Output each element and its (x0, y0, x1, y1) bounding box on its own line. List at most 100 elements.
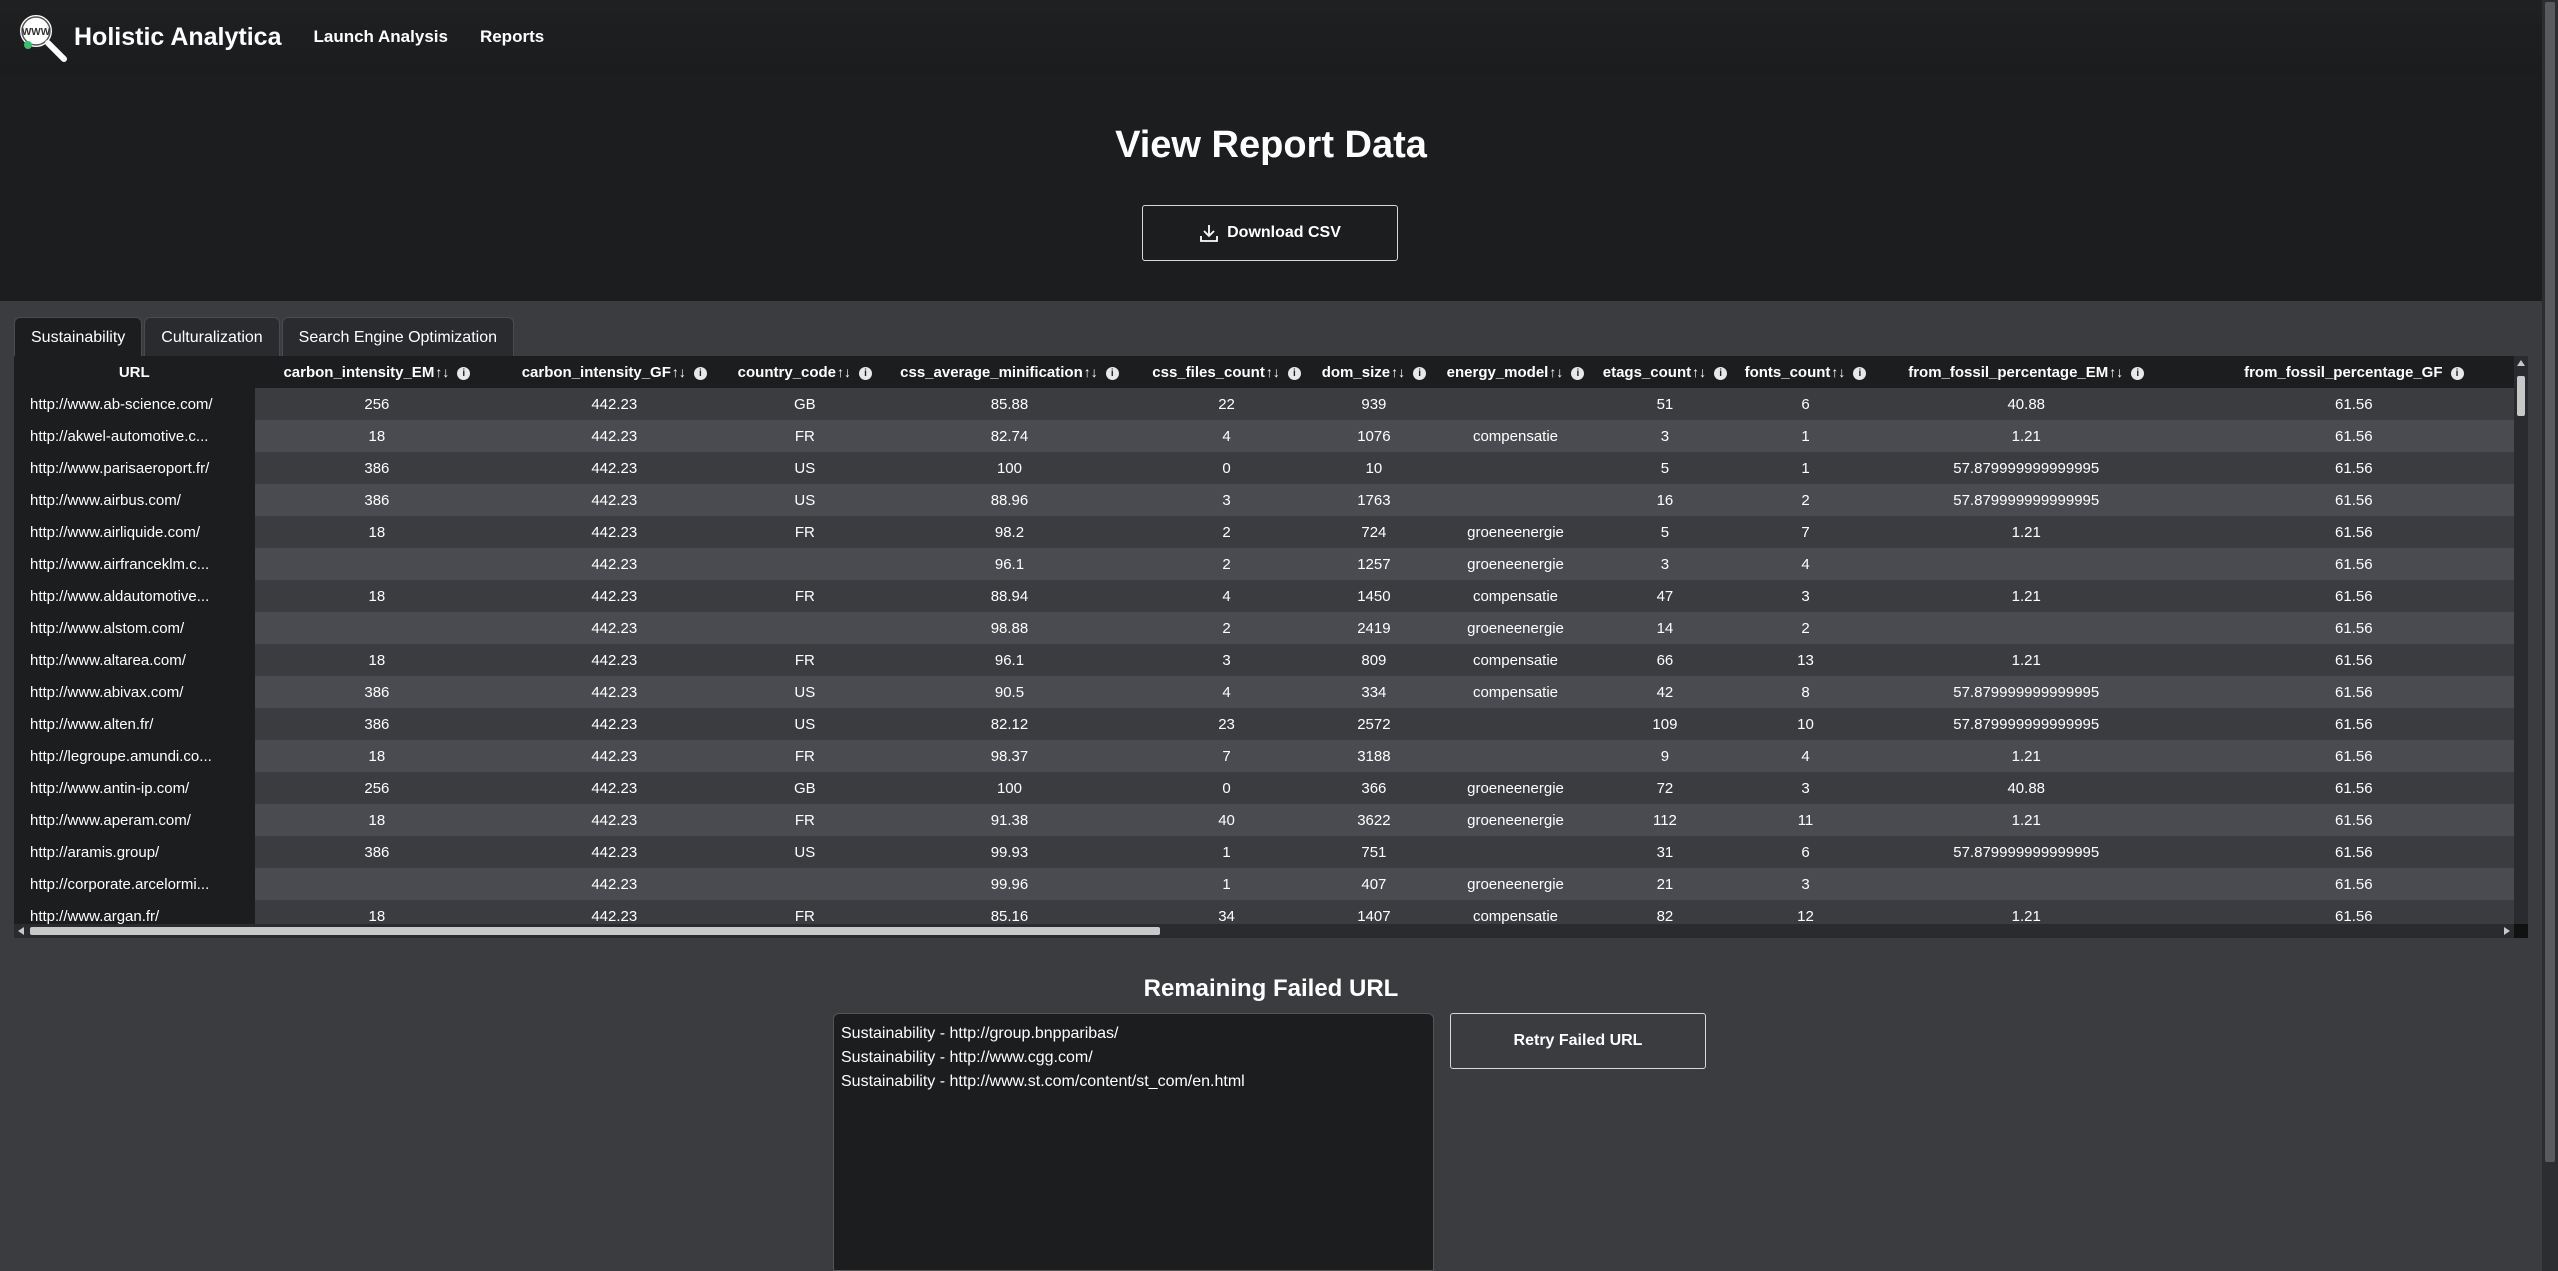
column-header-energy-model[interactable]: energy_model↑↓ i (1433, 356, 1598, 388)
table-cell: 3188 (1314, 740, 1434, 772)
table-cell: 61.56 (2173, 868, 2528, 900)
column-header-label: css_average_minification (900, 363, 1083, 381)
table-cell: 90.5 (880, 676, 1139, 708)
table-cell: FR (729, 516, 881, 548)
table-cell: 88.96 (880, 484, 1139, 516)
sort-arrows-icon[interactable]: ↑↓ (1549, 364, 1563, 380)
table-cell: 3 (1138, 644, 1315, 676)
table-cell: US (729, 452, 881, 484)
table-cell: 5 (1597, 452, 1733, 484)
column-header-css-average-minification[interactable]: css_average_minification↑↓ i (880, 356, 1139, 388)
page-scroll-thumb[interactable] (2545, 2, 2555, 1162)
sort-arrows-icon[interactable]: ↑↓ (2109, 364, 2123, 380)
table-cell: groeneenergie (1433, 548, 1598, 580)
info-icon[interactable]: i (1714, 366, 1728, 380)
column-header-country-code[interactable]: country_code↑↓ i (729, 356, 881, 388)
table-cell: 366 (1314, 772, 1434, 804)
sort-arrows-icon[interactable]: ↑↓ (672, 364, 686, 380)
table-cell: 14 (1597, 612, 1733, 644)
retry-failed-url-button[interactable]: Retry Failed URL (1450, 1013, 1706, 1069)
column-header-carbon-intensity-gf[interactable]: carbon_intensity_GF↑↓ i (499, 356, 730, 388)
column-header-from-fossil-percentage-em[interactable]: from_fossil_percentage_EM↑↓ i (1878, 356, 2174, 388)
table-cell: 751 (1314, 836, 1434, 868)
table-cell: 442.23 (499, 644, 730, 676)
table-cell: 3622 (1314, 804, 1434, 836)
table-cell: 57.879999999999995 (1878, 708, 2174, 740)
info-icon[interactable]: i (457, 366, 471, 380)
table-cell: 61.56 (2173, 740, 2528, 772)
url-cell: http://legroupe.amundi.co... (14, 740, 255, 772)
sort-arrows-icon[interactable]: ↑↓ (1084, 364, 1098, 380)
sort-arrows-icon[interactable]: ↑↓ (1831, 364, 1845, 380)
column-header-css-files-count[interactable]: css_files_count↑↓ i (1138, 356, 1315, 388)
vertical-scroll-thumb[interactable] (2517, 376, 2525, 416)
report-table: URL carbon_intensity_EM↑↓ i carbon_intensit… (14, 356, 2528, 932)
table-cell: 22 (1138, 388, 1315, 420)
table-cell: 442.23 (499, 612, 730, 644)
table-cell: 386 (254, 484, 500, 516)
column-header-url[interactable]: URL (14, 356, 255, 388)
info-icon[interactable]: i (693, 366, 707, 380)
info-icon[interactable]: i (2131, 366, 2145, 380)
nav-reports[interactable]: Reports (480, 27, 544, 47)
info-icon[interactable]: i (2450, 366, 2464, 380)
sort-arrows-icon[interactable]: ↑↓ (1266, 364, 1280, 380)
failed-url-textarea[interactable]: Sustainability - http://group.bnpparibas… (833, 1013, 1434, 1271)
table-cell: compensatie (1433, 580, 1598, 612)
tab-culturalization[interactable]: Culturalization (144, 317, 280, 356)
sort-arrows-icon[interactable]: ↑↓ (837, 364, 851, 380)
table-cell: 61.56 (2173, 580, 2528, 612)
info-icon[interactable]: i (1853, 366, 1867, 380)
info-icon[interactable]: i (1287, 366, 1301, 380)
table-cell: 442.23 (499, 484, 730, 516)
table-cell: 98.88 (880, 612, 1139, 644)
sort-arrows-icon[interactable]: ↑↓ (1391, 364, 1405, 380)
column-header-dom-size[interactable]: dom_size↑↓ i (1314, 356, 1434, 388)
column-header-etags-count[interactable]: etags_count↑↓ i (1597, 356, 1733, 388)
column-header-from-fossil-percentage-gf[interactable]: from_fossil_percentage_GF i (2173, 356, 2528, 388)
url-cell: http://www.parisaeroport.fr/ (14, 452, 255, 484)
horizontal-scroll-thumb[interactable] (30, 927, 1160, 935)
table-cell: 9 (1597, 740, 1733, 772)
table-cell (254, 868, 500, 900)
table-cell: 3 (1732, 868, 1879, 900)
tab-search-engine-optimization[interactable]: Search Engine Optimization (281, 317, 514, 356)
table-cell: 85.88 (880, 388, 1139, 420)
table-cell (254, 548, 500, 580)
info-icon[interactable]: i (1413, 366, 1427, 380)
table-cell: groeneenergie (1433, 772, 1598, 804)
info-icon[interactable]: i (1571, 366, 1585, 380)
table-cell: 442.23 (499, 580, 730, 612)
nav-launch-analysis[interactable]: Launch Analysis (313, 27, 447, 47)
column-header-label: css_files_count (1152, 363, 1265, 381)
tab-sustainability[interactable]: Sustainability (14, 317, 143, 356)
sort-arrows-icon[interactable]: ↑↓ (435, 364, 449, 380)
scroll-left-icon[interactable] (18, 927, 24, 935)
column-header-carbon-intensity-em[interactable]: carbon_intensity_EM↑↓ i (254, 356, 500, 388)
url-cell: http://www.antin-ip.com/ (14, 772, 255, 804)
scroll-right-icon[interactable] (2504, 927, 2510, 935)
sort-arrows-icon[interactable]: ↑↓ (1692, 364, 1706, 380)
scroll-up-icon[interactable] (2517, 360, 2525, 366)
download-csv-button[interactable]: Download CSV (1142, 205, 1398, 261)
table-cell: 4 (1732, 548, 1879, 580)
brand-home-link[interactable]: WWW Holistic Analytica (14, 9, 281, 65)
table-cell: compensatie (1433, 644, 1598, 676)
table-cell: 2572 (1314, 708, 1434, 740)
page-scrollbar[interactable] (2542, 0, 2558, 1271)
table-cell: FR (729, 804, 881, 836)
table-cell: 442.23 (499, 548, 730, 580)
info-icon[interactable]: i (1105, 366, 1119, 380)
table-horizontal-scrollbar[interactable] (14, 924, 2528, 938)
table-cell: 1.21 (1878, 516, 2174, 548)
table-vertical-scrollbar[interactable] (2514, 356, 2528, 938)
svg-text:WWW: WWW (22, 27, 51, 38)
table-row: http://akwel-automotive.c... 18 442.23 FR 82… (14, 420, 2528, 452)
info-icon[interactable]: i (859, 366, 873, 380)
table-cell: 18 (254, 580, 500, 612)
column-header-fonts-count[interactable]: fonts_count↑↓ i (1732, 356, 1879, 388)
table-cell: 2 (1732, 612, 1879, 644)
table-cell: 2 (1138, 612, 1315, 644)
url-cell: http://www.aldautomotive... (14, 580, 255, 612)
table-cell: 21 (1597, 868, 1733, 900)
